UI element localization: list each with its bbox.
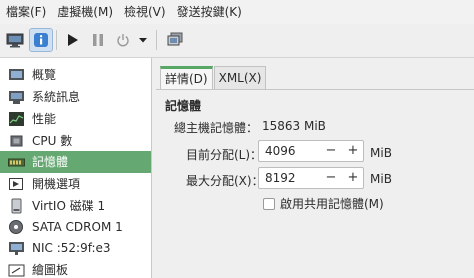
tab-details[interactable]: 詳情(D) — [160, 66, 213, 90]
max-allocation-label: 最大分配(X)： — [186, 174, 264, 188]
sidebar-item-cpu[interactable]: CPU 數 — [0, 130, 151, 152]
toolbar — [0, 24, 474, 58]
os-info-icon — [9, 91, 24, 104]
memory-icon — [8, 158, 25, 167]
sidebar-item-label: 記憶體 — [32, 155, 69, 169]
menu-virtual-machine[interactable]: 虛擬機(M) — [51, 0, 118, 24]
total-memory-label: 總主機記憶體： — [174, 121, 259, 135]
max-allocation-input[interactable]: 8192 — [265, 168, 296, 188]
sidebar-item-nic[interactable]: NIC :52:9f:e3 — [0, 237, 151, 259]
overview-icon — [9, 69, 24, 80]
current-allocation-stepper[interactable]: 4096 − + — [258, 140, 364, 162]
tablet-icon — [8, 264, 25, 277]
console-button[interactable] — [3, 28, 27, 52]
boot-options-icon — [9, 178, 23, 190]
max-allocation-unit: MiB — [370, 172, 392, 186]
sidebar-item-label: VirtIO 磁碟 1 — [32, 199, 106, 213]
sidebar-item-label: 性能 — [32, 112, 57, 126]
snapshots-button[interactable] — [163, 28, 187, 52]
current-allocation-decrement-button[interactable]: − — [321, 141, 341, 161]
sidebar-item-boot-options[interactable]: 開機選項 — [0, 173, 151, 195]
sidebar-item-sata-cdrom[interactable]: SATA CDROM 1 — [0, 216, 151, 238]
hardware-sidebar: 概覽 系統訊息 性能 CPU 數 記憶體 開機選項 VirtIO 磁碟 1 SA… — [0, 58, 152, 278]
shutdown-menu-button[interactable] — [136, 28, 150, 52]
current-allocation-increment-button[interactable]: + — [343, 141, 363, 161]
current-allocation-label: 目前分配(L)： — [186, 148, 263, 162]
sidebar-item-overview[interactable]: 概覽 — [0, 64, 151, 86]
console-icon — [6, 33, 24, 48]
performance-icon — [9, 112, 24, 126]
total-memory-value: 15863 MiB — [262, 119, 326, 133]
power-icon — [117, 34, 129, 47]
sidebar-item-label: NIC :52:9f:e3 — [32, 241, 111, 255]
menu-file[interactable]: 檔案(F) — [0, 0, 51, 24]
menu-send-key[interactable]: 發送按鍵(K) — [171, 0, 247, 24]
tab-content-border — [156, 89, 474, 90]
snapshots-icon — [167, 32, 183, 46]
menu-view[interactable]: 檢視(V) — [118, 0, 171, 24]
sidebar-item-tablet[interactable]: 繪圖板 — [0, 259, 151, 278]
play-icon — [68, 34, 78, 46]
disk-icon — [11, 198, 22, 214]
current-allocation-unit: MiB — [370, 146, 392, 160]
shared-memory-label[interactable]: 啟用共用記憶體(M) — [280, 195, 384, 212]
shared-memory-checkbox[interactable] — [263, 198, 275, 210]
sidebar-item-os-info[interactable]: 系統訊息 — [0, 86, 151, 108]
sidebar-item-label: 系統訊息 — [32, 90, 81, 104]
cdrom-icon — [9, 220, 23, 234]
details-info-icon — [34, 33, 48, 47]
current-allocation-input[interactable]: 4096 — [265, 141, 296, 161]
sidebar-item-memory[interactable]: 記憶體 — [0, 151, 151, 173]
sidebar-item-virtio-disk[interactable]: VirtIO 磁碟 1 — [0, 195, 151, 217]
max-allocation-increment-button[interactable]: + — [343, 168, 363, 188]
pause-button[interactable] — [86, 28, 110, 52]
memory-section-title: 記憶體 — [165, 99, 202, 113]
sidebar-item-label: 概覽 — [32, 68, 57, 82]
cpu-icon — [10, 135, 23, 147]
menubar: 檔案(F) 虛擬機(M) 檢視(V) 發送按鍵(K) — [0, 0, 474, 24]
chevron-down-icon — [139, 38, 147, 43]
tab-xml[interactable]: XML(X) — [213, 66, 267, 90]
sidebar-item-label: SATA CDROM 1 — [32, 220, 123, 234]
max-allocation-stepper[interactable]: 8192 − + — [258, 167, 364, 189]
shutdown-button[interactable] — [111, 28, 135, 52]
detail-tabs: 詳情(D) XML(X) — [160, 66, 267, 90]
sidebar-item-label: 開機選項 — [32, 177, 81, 191]
nic-icon — [9, 242, 24, 255]
sidebar-item-performance[interactable]: 性能 — [0, 108, 151, 130]
pause-icon — [93, 34, 103, 46]
run-button[interactable] — [60, 28, 84, 52]
details-button[interactable] — [29, 28, 53, 52]
sidebar-item-label: CPU 數 — [32, 134, 73, 148]
max-allocation-decrement-button[interactable]: − — [321, 168, 341, 188]
sidebar-item-label: 繪圖板 — [32, 263, 69, 277]
